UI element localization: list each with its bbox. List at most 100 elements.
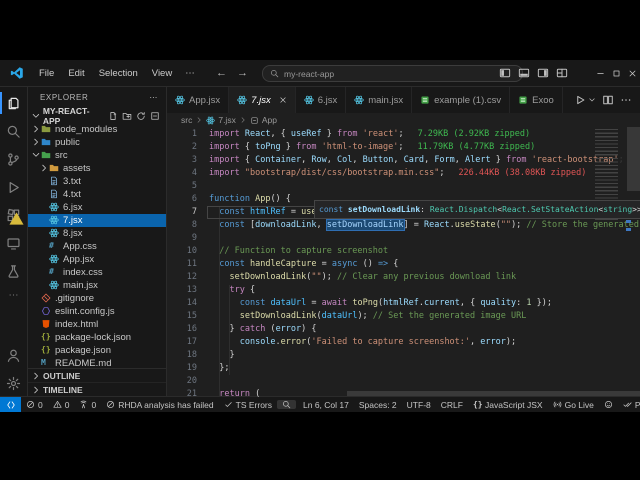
status-ts-errors[interactable]: TS Errors [219, 400, 277, 410]
status-utf-8[interactable]: UTF-8 [402, 400, 436, 410]
tree-item-node-modules[interactable]: node_modules [28, 123, 166, 136]
close-window-button[interactable] [624, 60, 640, 86]
breadcrumb-item[interactable]: 7.jsx [218, 115, 235, 125]
sidebar-more-button[interactable]: ⋯ [149, 93, 158, 102]
tree-item-eslint-config-js[interactable]: eslint.config.js [28, 305, 166, 318]
status-prettier[interactable]: Prettier [618, 400, 640, 410]
toggle-layout-icon[interactable] [556, 67, 568, 79]
tab-exoo[interactable]: Exoo [510, 87, 563, 113]
menu-edit[interactable]: Edit [61, 68, 91, 79]
tree-item-label: eslint.config.js [55, 306, 115, 317]
forward-icon[interactable]: → [237, 67, 248, 79]
tab-label: example (1).csv [434, 95, 501, 106]
minimize-button[interactable] [592, 60, 608, 86]
status-label: TS Errors [236, 400, 272, 410]
breadcrumb-item[interactable]: src [181, 115, 192, 125]
close-tab-icon[interactable] [279, 96, 287, 104]
refresh-icon[interactable] [136, 111, 146, 121]
toggle-panel-left-icon[interactable] [499, 67, 511, 79]
menu-file[interactable]: File [32, 68, 61, 79]
editor-more-button[interactable] [620, 94, 632, 106]
activity-settings[interactable] [0, 369, 27, 397]
activity-remote-explorer[interactable] [0, 229, 27, 257]
tree-item-app-css[interactable]: #App.css [28, 240, 166, 253]
section-timeline[interactable]: TIMELINE [28, 383, 166, 397]
tree-item-readme-md[interactable]: MREADME.md [28, 357, 166, 368]
editor-actions [574, 87, 640, 113]
status-0[interactable]: 0 [21, 400, 48, 410]
status-ln-6-col-17[interactable]: Ln 6, Col 17 [298, 400, 354, 410]
editor-group: App.jsx7.jsx6.jsxmain.jsxexample (1).csv… [167, 87, 640, 397]
chevron-right-icon [195, 116, 203, 124]
status-spaces-2[interactable]: Spaces: 2 [354, 400, 402, 410]
file-tree: node_modulespublicsrcassets3.txt4.txt6.j… [28, 123, 166, 368]
tree-item-public[interactable]: public [28, 136, 166, 149]
vertical-scrollbar[interactable] [627, 127, 640, 191]
tree-item-7-jsx[interactable]: 7.jsx [28, 214, 166, 227]
tab-7-jsx[interactable]: 7.jsx [229, 87, 296, 113]
status-face[interactable] [599, 400, 618, 409]
back-icon[interactable]: ← [216, 67, 227, 79]
activity-extensions[interactable] [0, 201, 27, 229]
activity-search[interactable] [0, 117, 27, 145]
breadcrumb-item[interactable]: App [262, 115, 277, 125]
toggle-panel-bottom-icon[interactable] [518, 67, 530, 79]
collapse-all-icon[interactable] [150, 111, 160, 121]
tree-item-index-html[interactable]: index.html [28, 318, 166, 331]
tree-item-main-jsx[interactable]: main.jsx [28, 279, 166, 292]
tab-example-1-csv[interactable]: example (1).csv [412, 87, 510, 113]
tree-item-app-jsx[interactable]: App.jsx [28, 253, 166, 266]
tab-main-jsx[interactable]: main.jsx [346, 87, 412, 113]
tree-item-package-json[interactable]: {}package.json [28, 344, 166, 357]
tree-item-4-txt[interactable]: 4.txt [28, 188, 166, 201]
activity-more-button[interactable]: ⋯ [9, 285, 19, 305]
status-crlf[interactable]: CRLF [436, 400, 468, 410]
activity-run-debug[interactable] [0, 173, 27, 201]
line-number: 7 [167, 206, 209, 219]
horizontal-scrollbar[interactable] [347, 391, 640, 396]
command-center-search[interactable]: my-react-app [262, 65, 523, 82]
tree-item-assets[interactable]: assets [28, 162, 166, 175]
tab-app-jsx[interactable]: App.jsx [167, 87, 229, 113]
overview-ruler-mark [626, 228, 631, 231]
code-editor[interactable]: 1import React, { useRef } from 'react';7… [167, 127, 640, 397]
activity-testing[interactable] [0, 257, 27, 285]
status-rhda-analysis-has-failed[interactable]: RHDA analysis has failed [101, 400, 218, 410]
tree-item-package-lock-json[interactable]: {}package-lock.json [28, 331, 166, 344]
status-go-live[interactable]: Go Live [548, 400, 599, 410]
tree-item--gitignore[interactable]: .gitignore [28, 292, 166, 305]
status-label: 0 [65, 400, 70, 410]
status-magnifier[interactable] [277, 400, 296, 409]
menu-overflow-button[interactable]: ⋯ [179, 68, 202, 79]
status-0[interactable]: 0 [48, 400, 75, 410]
section-outline[interactable]: OUTLINE [28, 369, 166, 383]
tab-label: App.jsx [189, 95, 220, 106]
new-folder-icon[interactable] [122, 111, 132, 121]
menu-view[interactable]: View [145, 68, 179, 79]
tree-item-3-txt[interactable]: 3.txt [28, 175, 166, 188]
new-file-icon[interactable] [108, 111, 118, 121]
run-dropdown-button[interactable] [588, 96, 596, 104]
status-label: 0 [91, 400, 96, 410]
tab-6-jsx[interactable]: 6.jsx [296, 87, 347, 113]
activity-account[interactable] [0, 341, 27, 369]
status-javascript-jsx[interactable]: {}JavaScript JSX [468, 400, 548, 410]
toggle-panel-right-icon[interactable] [537, 67, 549, 79]
status-label: Prettier [635, 400, 640, 410]
split-editor-button[interactable] [602, 94, 614, 106]
status-0[interactable]: 0 [74, 400, 101, 410]
activity-source-control[interactable] [0, 145, 27, 173]
run-file-button[interactable] [574, 94, 586, 106]
broadcast-icon [553, 400, 562, 409]
tree-item-src[interactable]: src [28, 149, 166, 162]
project-root-row[interactable]: MY-REACT-APP [28, 109, 166, 123]
maximize-button[interactable] [608, 60, 624, 86]
remote-indicator[interactable] [0, 397, 21, 412]
menu-selection[interactable]: Selection [92, 68, 145, 79]
tree-item-index-css[interactable]: #index.css [28, 266, 166, 279]
search-icon [270, 69, 279, 78]
tree-item-6-jsx[interactable]: 6.jsx [28, 201, 166, 214]
warning-badge-icon [9, 211, 24, 226]
activity-explorer[interactable] [0, 89, 27, 117]
tree-item-8-jsx[interactable]: 8.jsx [28, 227, 166, 240]
